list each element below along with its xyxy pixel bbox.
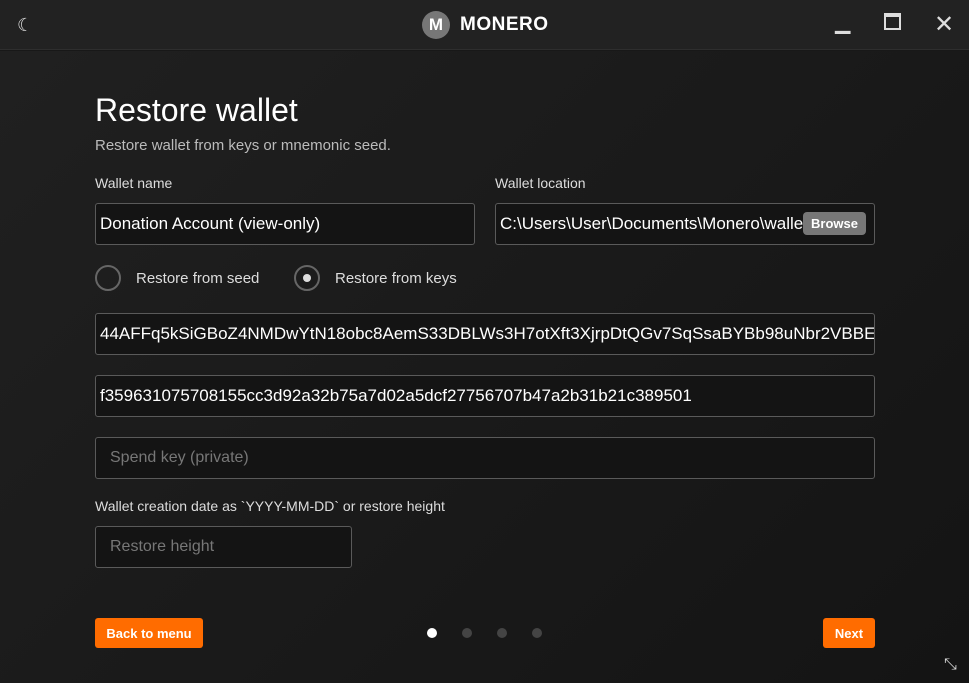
view-key-value: f359631075708155cc3d92a32b75a7d02a5dcf27… <box>100 386 692 405</box>
spend-key-input[interactable]: Spend key (private) <box>95 437 875 479</box>
spend-key-placeholder: Spend key (private) <box>110 449 249 466</box>
restore-from-seed-label[interactable]: Restore from seed <box>136 270 259 287</box>
restore-height-label: Wallet creation date as `YYYY-MM-DD` or … <box>95 498 445 514</box>
address-input[interactable]: 44AFFq5kSiGBoZ4NMDwYtN18obc8AemS33DBLWs3… <box>95 313 875 355</box>
maximize-icon[interactable] <box>884 13 901 30</box>
wallet-location-value: C:\Users\User\Documents\Monero\wallets <box>500 214 817 233</box>
minimize-icon[interactable]: ▁ <box>835 10 850 35</box>
page-indicator-dot <box>532 628 542 638</box>
back-to-menu-button[interactable]: Back to menu <box>95 618 203 648</box>
monero-logo: M <box>422 11 450 39</box>
wallet-location-label: Wallet location <box>495 175 586 191</box>
page-title: Restore wallet <box>95 92 298 128</box>
brand: M MONERO <box>422 11 549 39</box>
restore-from-keys-radio[interactable] <box>294 265 320 291</box>
moon-icon[interactable]: ☾ <box>17 15 33 36</box>
restore-from-keys-label[interactable]: Restore from keys <box>335 270 457 287</box>
next-button[interactable]: Next <box>823 618 875 648</box>
close-icon[interactable]: ✕ <box>934 10 954 39</box>
wallet-name-value: Donation Account (view-only) <box>100 214 321 233</box>
browse-button[interactable]: Browse <box>803 212 866 235</box>
wallet-location-input[interactable]: C:\Users\User\Documents\Monero\wallets B… <box>495 203 875 245</box>
wallet-name-label: Wallet name <box>95 175 173 191</box>
resize-icon[interactable]: ⤡ <box>944 656 957 674</box>
restore-from-seed-radio[interactable] <box>95 265 121 291</box>
page-indicator-dot <box>462 628 472 638</box>
restore-height-input[interactable]: Restore height <box>95 526 352 568</box>
view-key-input[interactable]: f359631075708155cc3d92a32b75a7d02a5dcf27… <box>95 375 875 417</box>
title-bar: ☾ M MONERO ▁ ✕ <box>0 0 969 50</box>
address-value: 44AFFq5kSiGBoZ4NMDwYtN18obc8AemS33DBLWs3… <box>100 324 875 343</box>
page-indicator-dot <box>497 628 507 638</box>
page-subtitle: Restore wallet from keys or mnemonic see… <box>95 137 391 154</box>
page-indicator-dot <box>427 628 437 638</box>
restore-height-placeholder: Restore height <box>110 538 215 555</box>
brand-text: MONERO <box>460 14 549 35</box>
wallet-name-input[interactable]: Donation Account (view-only) <box>95 203 475 245</box>
